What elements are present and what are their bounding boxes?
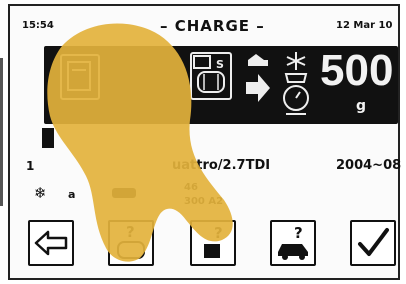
service-badge: S [216, 58, 224, 71]
back-arrow-icon [34, 230, 68, 256]
charge-panel: S 500 g [44, 46, 398, 124]
svg-text:?: ? [214, 224, 223, 242]
device-screen: 15:54 – CHARGE – 12 Mar 10 S 500 g 1 uat… [8, 4, 402, 280]
component-help-icon: ? [204, 224, 223, 258]
oil-help-button[interactable]: ? [108, 220, 154, 266]
back-button[interactable] [28, 220, 74, 266]
oil-help-icon: ? [117, 223, 145, 259]
clock: 15:54 [22, 20, 54, 31]
svg-text:?: ? [126, 223, 135, 241]
small-car-icon [112, 188, 136, 198]
vehicle-model: uattro/2.7TDI [172, 158, 271, 173]
oil-bottle-icon[interactable]: S [190, 52, 232, 100]
vehicle-code: 46 [184, 182, 198, 193]
check-icon [358, 228, 389, 256]
vehicle-help-icon: ? [278, 224, 308, 260]
snowflake-icon: ❄ [34, 184, 47, 202]
flow-arrow-icon [246, 54, 270, 102]
date: 12 Mar 10 [336, 20, 393, 31]
vehicle-index: 1 [26, 159, 35, 173]
refrigerant-tank-icon [283, 52, 309, 115]
charge-unit: g [356, 98, 367, 114]
panel-fragment [42, 128, 54, 148]
service-tool-icon[interactable] [60, 54, 100, 100]
refrigerant-label-fragment: a [68, 188, 76, 201]
device-bezel-edge [0, 58, 3, 206]
confirm-button[interactable] [350, 220, 396, 266]
svg-text:?: ? [294, 224, 303, 242]
page-title: – CHARGE – [160, 17, 265, 35]
component-help-button[interactable]: ? [190, 220, 236, 266]
vehicle-year: 2004~08 [336, 158, 402, 173]
vehicle-help-button[interactable]: ? [270, 220, 316, 266]
vehicle-code-secondary: 300 A2 [184, 196, 224, 207]
charge-amount: 500 [320, 46, 394, 95]
